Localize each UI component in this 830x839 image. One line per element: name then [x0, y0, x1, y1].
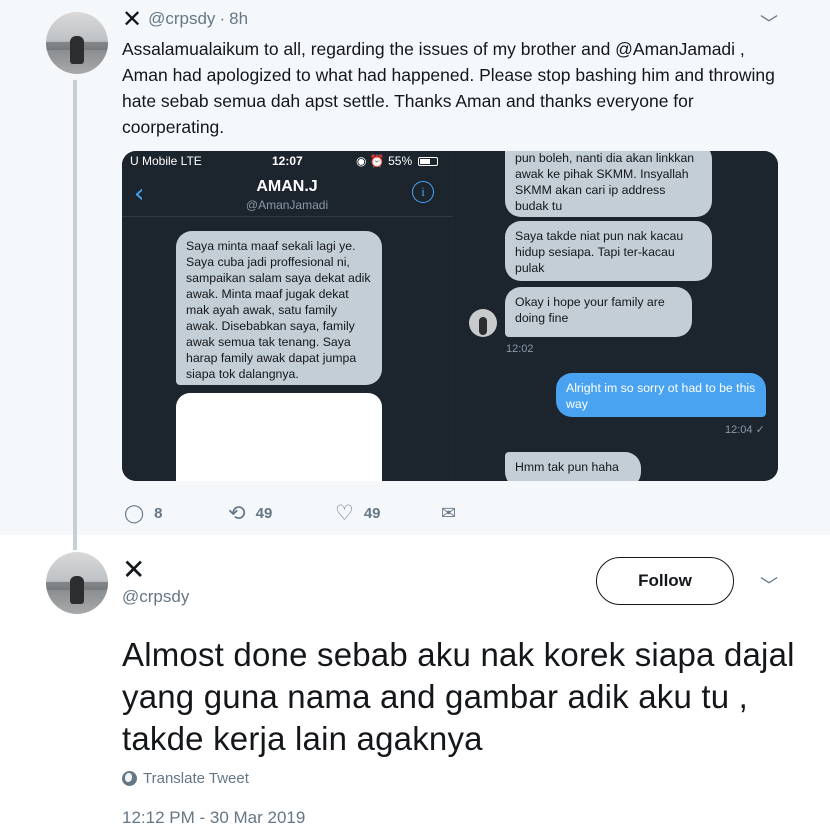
media-image-right[interactable]: pun boleh, nanti dia akan linkkan awak k… — [453, 151, 778, 481]
tweet-text: Assalamualaikum to all, regarding the is… — [122, 39, 775, 137]
dm-contact-name: AMAN.J — [256, 178, 318, 195]
dm-avatar — [469, 309, 497, 337]
battery-text: 55% — [388, 154, 413, 168]
retweet-icon: ⟲ — [228, 501, 246, 525]
tweet-text: Almost done sebab aku nak korek siapa da… — [122, 636, 795, 757]
tweet-time[interactable]: 8h — [229, 9, 248, 29]
status-icons: ◉ ⏰ — [356, 154, 385, 168]
dm-timestamp: 12:04 ✓ — [725, 424, 765, 436]
retweet-count: 49 — [255, 504, 273, 522]
translate-tweet-link[interactable]: Translate Tweet — [122, 770, 249, 787]
battery-icon — [418, 157, 439, 166]
envelope-icon: ✉ — [441, 502, 457, 524]
dm-message: Hmm tak pun haha — [505, 452, 641, 481]
reply-button[interactable]: ◯ 8 — [124, 503, 228, 524]
info-icon: i — [412, 181, 434, 203]
reply-count: 8 — [154, 504, 163, 522]
globe-icon — [122, 771, 137, 786]
dm-message: Okay i hope your family are doing fine — [505, 287, 692, 337]
author-handle[interactable]: @crpsdy — [148, 9, 215, 29]
tweet-timestamp[interactable]: 12:12 PM - 30 Mar 2019 — [122, 808, 305, 828]
heart-icon: ♡ — [335, 501, 354, 525]
chevron-down-icon[interactable]: ﹀ — [760, 10, 778, 36]
author-handle[interactable]: @crpsdy — [122, 587, 189, 607]
dm-message: pun boleh, nanti dia akan linkkan awak k… — [505, 151, 712, 217]
share-button[interactable]: ✉ — [441, 503, 466, 524]
tweet-actions: ◯ 8 ⟲ 49 ♡ 49 ✉ — [124, 500, 466, 526]
translate-label: Translate Tweet — [143, 770, 249, 787]
author-avatar[interactable] — [46, 552, 108, 614]
phone-status-bar: U Mobile LTE 12:07 ◉ ⏰ 55% — [122, 151, 452, 171]
carrier-text: U Mobile LTE — [130, 154, 202, 168]
retweet-button[interactable]: ⟲ 49 — [228, 501, 335, 525]
tweet-header: ✕ @crpsdy · 8h — [122, 5, 248, 33]
dm-image-placeholder — [176, 393, 382, 481]
follow-button[interactable]: Follow — [596, 557, 734, 605]
separator: · — [219, 9, 226, 28]
clock-text: 12:07 — [272, 154, 303, 168]
like-count: 49 — [363, 504, 381, 522]
display-name-x-icon[interactable]: ✕ — [122, 5, 142, 33]
display-name-x-icon[interactable]: ✕ — [122, 553, 145, 586]
dm-contact-handle: @AmanJamadi — [245, 198, 329, 212]
dm-header: ‹ AMAN.J @AmanJamadi i — [122, 171, 452, 217]
chevron-down-icon[interactable]: ﹀ — [760, 572, 778, 598]
thread-connector — [73, 80, 77, 550]
dm-message: Saya takde niat pun nak kacau hidup sesi… — [505, 221, 712, 281]
battery-status: ◉ ⏰ 55% — [356, 154, 439, 168]
media-image-left[interactable]: U Mobile LTE 12:07 ◉ ⏰ 55% ‹ AMAN.J @Ama… — [122, 151, 452, 481]
dm-message: Saya minta maaf sekali lagi ye. Saya cub… — [176, 231, 382, 385]
tweet-media[interactable]: U Mobile LTE 12:07 ◉ ⏰ 55% ‹ AMAN.J @Ama… — [122, 151, 778, 481]
parent-tweet[interactable]: ✕ @crpsdy · 8h ﹀ Assalamualaikum to all,… — [0, 0, 830, 535]
dm-timestamp: 12:02 — [506, 343, 534, 355]
dm-message-sent: Alright im so sorry ot had to be this wa… — [556, 373, 766, 417]
reply-icon: ◯ — [124, 502, 145, 524]
author-avatar[interactable] — [46, 12, 108, 74]
like-button[interactable]: ♡ 49 — [335, 501, 441, 525]
